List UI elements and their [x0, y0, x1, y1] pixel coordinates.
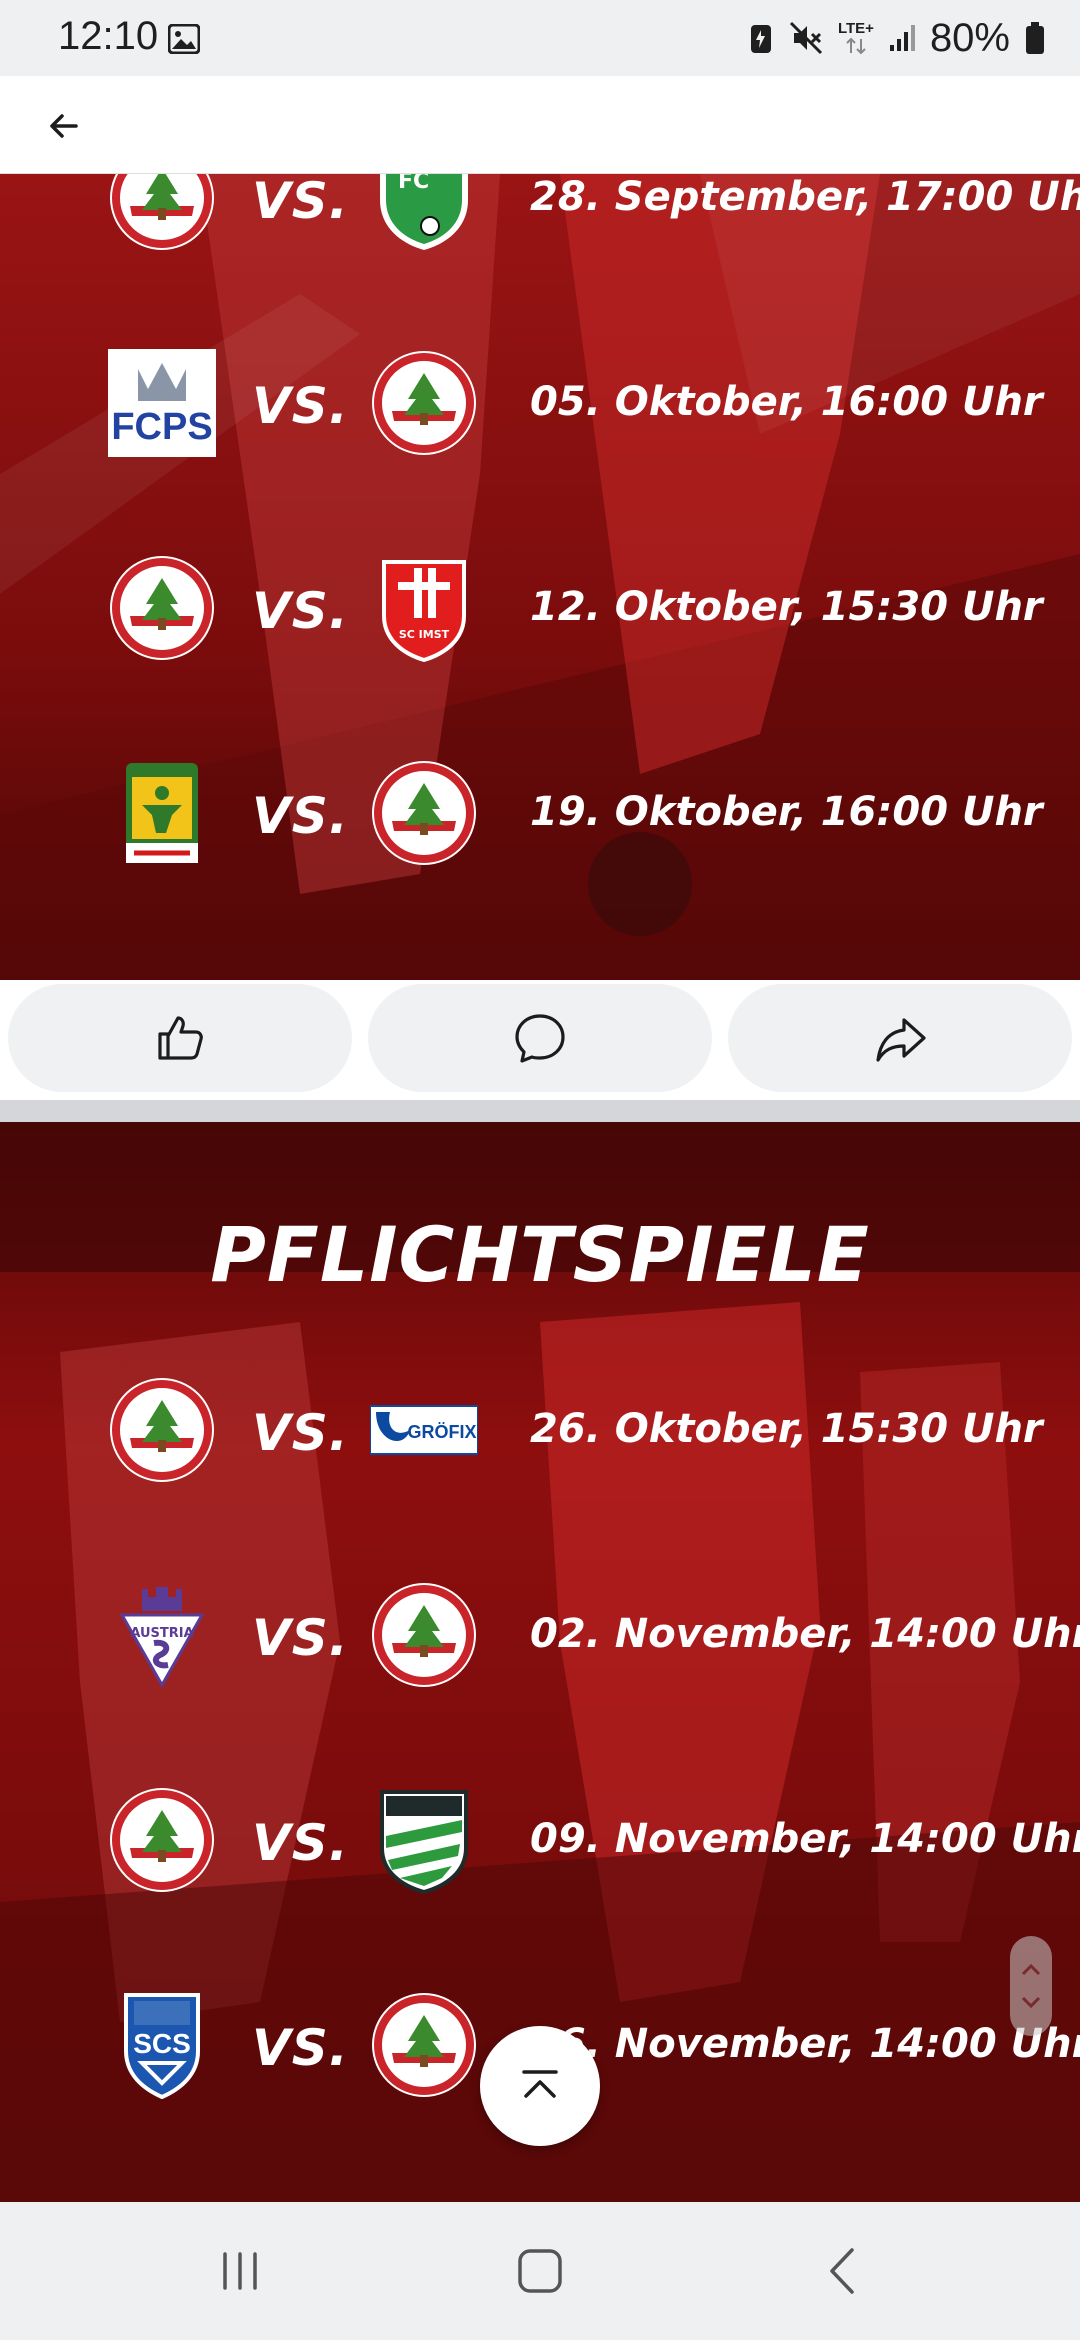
- vs-label: VS.: [252, 377, 349, 435]
- fixture-date: 12. Oktober, 15:30 Uhr: [530, 584, 1043, 630]
- fixture-row: AUSTRIA VS. 02. November, 14:00 Uhr: [0, 1575, 1080, 1695]
- vs-label: VS.: [252, 1404, 349, 1462]
- svg-text:GRÖFIX: GRÖFIX: [407, 1422, 476, 1442]
- home-team-logo: AUSTRIA: [108, 1581, 216, 1689]
- home-team-logo: [108, 554, 216, 662]
- home-team-logo: [108, 1376, 216, 1484]
- vs-label: VS.: [252, 582, 349, 640]
- battery-percentage: 80%: [929, 15, 1010, 60]
- mute-icon: [789, 21, 823, 55]
- away-team-logo: SC IMST: [370, 554, 478, 663]
- svg-text:FC: FC: [398, 174, 429, 194]
- svg-text:AUSTRIA: AUSTRIA: [130, 1626, 193, 1641]
- status-bar: 12:10 LTE+ 80%: [0, 0, 1080, 76]
- share-arrow-icon: [876, 1018, 926, 1062]
- away-team-logo: GRÖFIX: [369, 1376, 479, 1484]
- fixture-date: 02. November, 14:00 Uhr: [530, 1611, 1080, 1657]
- fixture-row: VS. 09. November, 14:00 Uhr: [0, 1780, 1080, 1900]
- home-icon[interactable]: [505, 2236, 575, 2306]
- fixture-date: 19. Oktober, 16:00 Uhr: [530, 789, 1043, 835]
- away-team-logo: [370, 1991, 478, 2099]
- fast-scroll-handle[interactable]: [1010, 1936, 1052, 2036]
- gallery-notification-icon: [168, 24, 200, 54]
- share-button[interactable]: [728, 984, 1072, 1092]
- svg-text:FCPS: FCPS: [111, 406, 212, 448]
- vs-label: VS.: [252, 1609, 349, 1667]
- away-team-logo: [370, 759, 478, 867]
- scroll-up-down-icon: [1021, 1963, 1041, 2009]
- fixture-date: 05. Oktober, 16:00 Uhr: [530, 379, 1043, 425]
- away-team-logo: FC: [370, 174, 478, 252]
- home-team-logo: [108, 1786, 216, 1894]
- vs-label: VS.: [252, 174, 349, 230]
- signal-icon: [889, 25, 915, 51]
- system-navigation-bar: [0, 2202, 1080, 2340]
- feed-divider: [0, 1100, 1080, 1122]
- vs-label: VS.: [252, 1814, 349, 1872]
- scroll-to-top-icon: [522, 2070, 558, 2098]
- section-title: PFLICHTSPIELE: [210, 1210, 870, 1299]
- status-time: 12:10: [58, 14, 159, 58]
- home-team-logo: FCPS: [108, 349, 216, 457]
- home-team-logo: [108, 759, 216, 867]
- fixture-row: VS. FC 28. September, 17:00 Uhr: [0, 174, 1080, 258]
- app-header: [0, 76, 1080, 174]
- status-icons: LTE+ 80%: [748, 14, 1046, 62]
- network-type: LTE+: [837, 20, 874, 37]
- back-arrow-icon[interactable]: [40, 102, 88, 150]
- away-team-logo: [370, 349, 478, 457]
- fixture-date: 26. Oktober, 15:30 Uhr: [530, 1406, 1043, 1452]
- network-indicator: LTE+: [838, 21, 874, 55]
- thumbs-up-icon: [158, 1016, 203, 1060]
- home-team-logo: SCS: [108, 1991, 216, 2100]
- fixture-date: 09. November, 14:00 Uhr: [530, 1816, 1080, 1862]
- recent-apps-icon[interactable]: [205, 2236, 275, 2306]
- battery-icon: [1026, 22, 1044, 54]
- vs-label: VS.: [252, 787, 349, 845]
- svg-text:SCS: SCS: [133, 2028, 191, 2059]
- fixture-row: VS. SC IMST 12. Oktober, 15:30 Uhr: [0, 548, 1080, 668]
- fixture-date: 16. November, 14:00 Uhr: [530, 2021, 1080, 2067]
- fixture-date: 28. September, 17:00 Uhr: [530, 174, 1080, 220]
- post-image-fixtures-1[interactable]: VS. FC 28. September, 17:00 Uhr FCPS VS.…: [0, 174, 1080, 980]
- away-team-logo: [370, 1786, 478, 1895]
- away-team-logo: [370, 1581, 478, 1689]
- facebook-post-viewer: 12:10 LTE+ 80% VS. FC 28. September, 17:…: [0, 0, 1080, 2340]
- home-team-logo: [108, 174, 216, 252]
- comment-button[interactable]: [368, 984, 712, 1092]
- svg-text:SC IMST: SC IMST: [399, 628, 450, 641]
- vs-label: VS.: [252, 2019, 349, 2077]
- battery-saver-icon: [750, 25, 771, 53]
- comment-icon: [515, 1014, 565, 1063]
- data-arrows-icon: [846, 37, 866, 55]
- like-button[interactable]: [8, 984, 352, 1092]
- scroll-to-top-button[interactable]: [480, 2026, 600, 2146]
- fixture-row: VS. GRÖFIX 26. Oktober, 15:30 Uhr: [0, 1370, 1080, 1490]
- fixture-row: VS. 19. Oktober, 16:00 Uhr: [0, 753, 1080, 873]
- back-icon[interactable]: [810, 2236, 880, 2306]
- fixture-row: FCPS VS. 05. Oktober, 16:00 Uhr: [0, 343, 1080, 463]
- post-action-bar: [0, 980, 1080, 1100]
